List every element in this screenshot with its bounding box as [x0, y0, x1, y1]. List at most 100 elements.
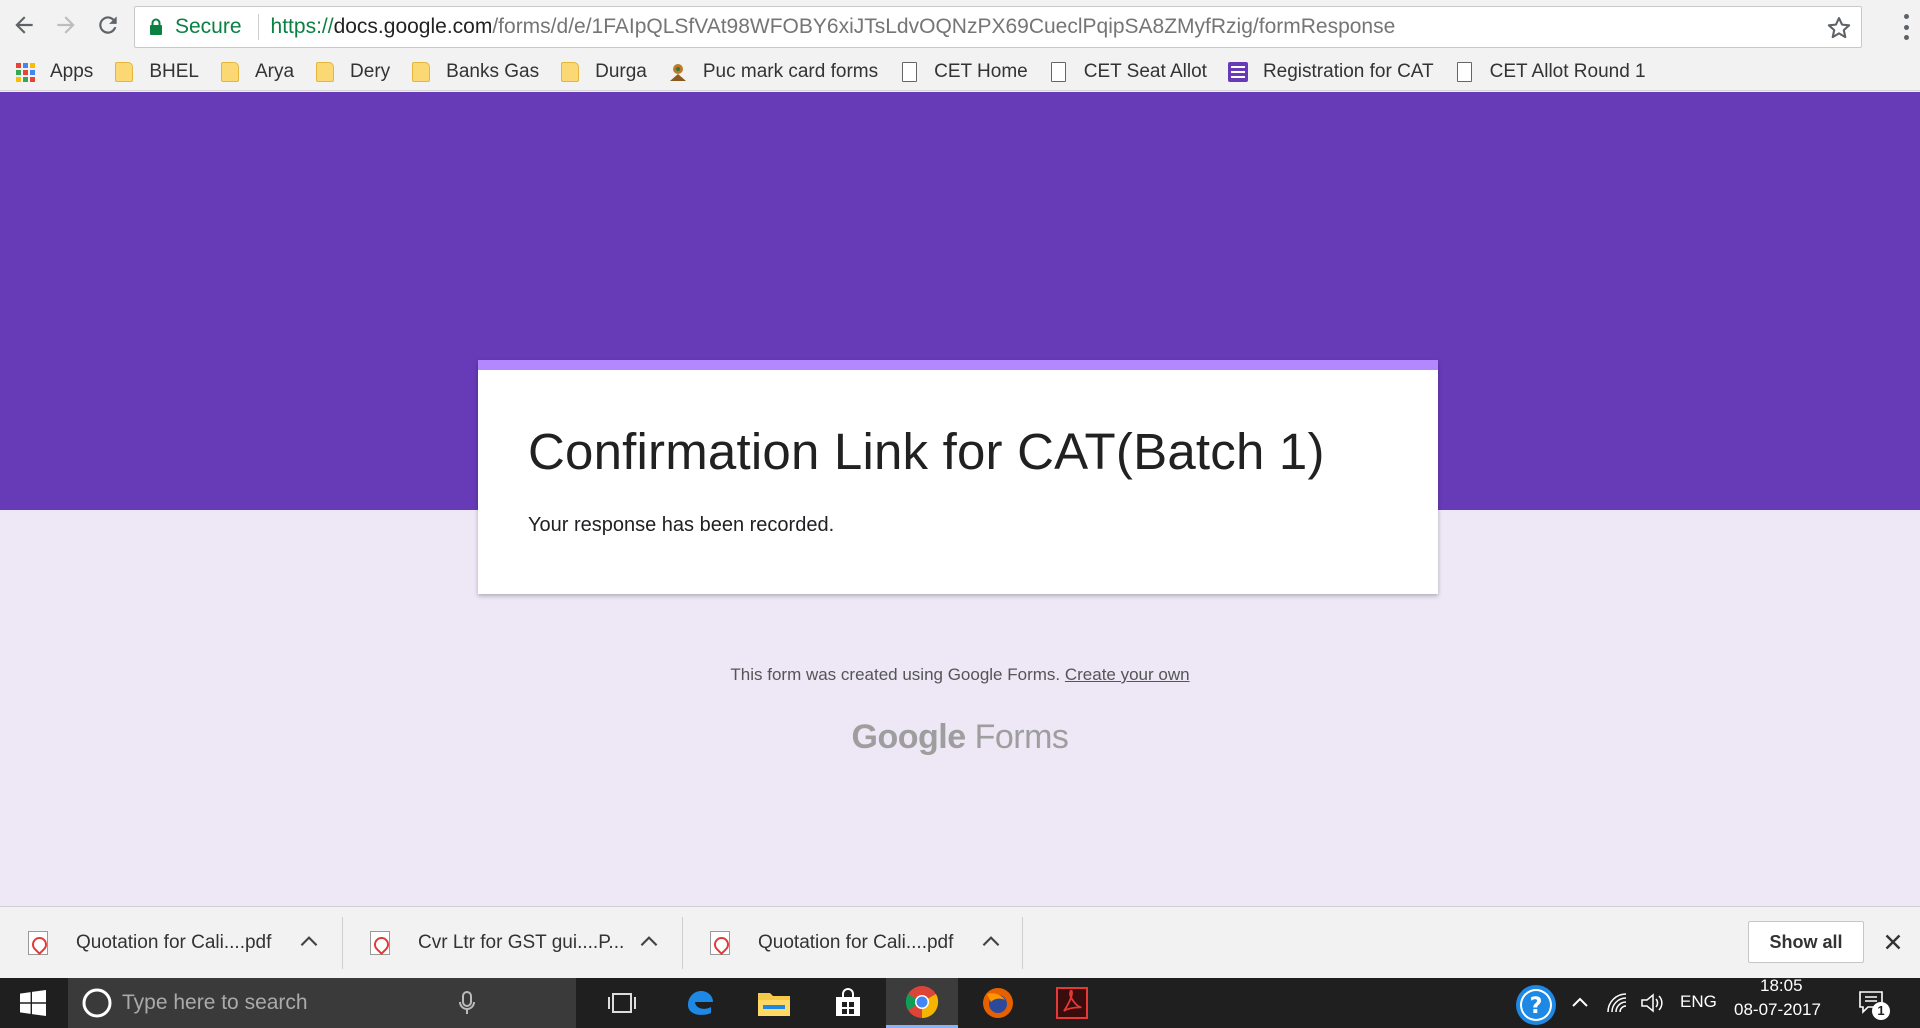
bookmark-apps[interactable]: Apps	[14, 61, 93, 83]
close-icon[interactable]	[1880, 929, 1906, 955]
bookmark-bhel[interactable]: BHEL	[113, 61, 199, 83]
acrobat-reader-icon	[1056, 987, 1088, 1019]
google-forms-icon	[1227, 61, 1249, 83]
reload-icon	[99, 16, 117, 34]
bookmark-label: Arya	[254, 61, 295, 82]
chevron-up-icon[interactable]	[1570, 994, 1590, 1010]
firefox-browser-icon	[983, 988, 1013, 1018]
task-view-icon	[608, 993, 636, 1013]
bookmarks-bar: Apps BHEL Arya Dery Banks Gas Durga Puc …	[0, 54, 1920, 91]
address-bar[interactable]: Secure https://docs.google.com/forms/d/e…	[134, 6, 1862, 48]
folder-icon	[559, 61, 581, 83]
create-your-own-link[interactable]: Create your own	[1065, 665, 1190, 684]
bookmark-arya[interactable]: Arya	[219, 61, 294, 83]
show-all-downloads-button[interactable]: Show all	[1748, 921, 1864, 963]
chevron-up-icon[interactable]	[636, 929, 662, 955]
taskbar-store[interactable]	[812, 978, 884, 1028]
folder-icon	[410, 61, 432, 83]
logo-google-text: Google	[851, 718, 967, 756]
bookmark-banks-gas[interactable]: Banks Gas	[410, 61, 539, 83]
google-forms-logo[interactable]: Google Forms	[0, 718, 1920, 757]
forward-button[interactable]	[50, 9, 82, 41]
url-path: /forms/d/e/1FAIpQLSfVAt98WFOBY6xiJTsLdvO…	[492, 15, 1396, 38]
start-button[interactable]	[0, 978, 66, 1028]
taskbar-search-box[interactable]: Type here to search	[68, 978, 576, 1028]
apps-grid-icon	[14, 61, 36, 83]
notification-count-badge: 1	[1872, 1002, 1890, 1020]
secure-label: Secure	[175, 15, 242, 38]
taskbar-file-explorer[interactable]	[738, 978, 810, 1028]
emblem-icon	[667, 61, 689, 83]
download-filename: Quotation for Cali....pdf	[758, 932, 954, 953]
download-item[interactable]: Quotation for Cali....pdf	[710, 907, 953, 979]
bookmark-label: Registration for CAT	[1262, 61, 1434, 82]
download-shelf: Quotation for Cali....pdf Cvr Ltr for GS…	[0, 906, 1920, 978]
bookmark-cet-allot-round-1[interactable]: CET Allot Round 1	[1454, 61, 1646, 83]
page-icon	[1048, 61, 1070, 83]
bookmark-star-icon[interactable]	[1825, 14, 1853, 42]
download-filename: Cvr Ltr for GST gui....P...	[418, 932, 625, 953]
chrome-browser-icon	[905, 985, 939, 1018]
browser-menu-icon[interactable]	[1902, 14, 1910, 40]
folder-icon	[219, 61, 241, 83]
bookmark-label: Puc mark card forms	[702, 61, 879, 82]
forward-arrow-icon	[57, 16, 75, 34]
taskbar-chrome[interactable]	[886, 978, 958, 1028]
footer-text: This form was created using Google Forms…	[730, 665, 1061, 684]
bookmark-label: Durga	[595, 61, 647, 82]
url-scheme: https://	[270, 15, 334, 38]
search-placeholder: Type here to search	[122, 991, 308, 1014]
taskbar-firefox[interactable]	[962, 978, 1034, 1028]
task-view-button[interactable]	[586, 978, 658, 1028]
microphone-icon[interactable]	[458, 990, 476, 1016]
url-text[interactable]: https://docs.google.com/forms/d/e/1FAIpQ…	[271, 15, 1396, 39]
wifi-icon[interactable]	[1606, 992, 1628, 1014]
clock-date[interactable]: 08-07-2017	[1734, 1000, 1821, 1020]
clock-time[interactable]: 18:05	[1760, 976, 1803, 996]
page-icon	[898, 61, 920, 83]
bookmark-label: Banks Gas	[446, 61, 540, 82]
reload-button[interactable]	[92, 9, 124, 41]
chevron-up-icon[interactable]	[296, 929, 322, 955]
action-center-button[interactable]: 1	[1858, 990, 1898, 1020]
pdf-file-icon	[710, 931, 730, 955]
cortana-circle-icon	[82, 988, 112, 1018]
folder-icon	[314, 61, 336, 83]
bookmark-puc-mark-card-forms[interactable]: Puc mark card forms	[667, 61, 878, 83]
download-filename: Quotation for Cali....pdf	[76, 932, 272, 953]
back-arrow-icon	[15, 16, 33, 34]
help-question-icon[interactable]: ?	[1514, 983, 1558, 1027]
download-separator	[682, 917, 683, 969]
taskbar-edge[interactable]	[664, 978, 736, 1028]
folder-icon	[113, 61, 135, 83]
bookmark-label: Apps	[50, 61, 94, 82]
bookmark-cet-seat-allot[interactable]: CET Seat Allot	[1048, 61, 1207, 83]
volume-icon[interactable]	[1640, 992, 1664, 1014]
file-explorer-icon	[758, 993, 790, 1016]
forms-footer-note: This form was created using Google Forms…	[0, 665, 1920, 685]
bookmark-label: BHEL	[149, 61, 199, 82]
download-separator	[1022, 917, 1023, 969]
bookmark-durga[interactable]: Durga	[559, 61, 647, 83]
taskbar-acrobat[interactable]	[1036, 978, 1108, 1028]
chevron-up-icon[interactable]	[978, 929, 1004, 955]
input-language[interactable]: ENG	[1680, 992, 1717, 1012]
download-item[interactable]: Quotation for Cali....pdf	[28, 907, 271, 979]
url-host: docs.google.com	[333, 15, 493, 38]
bookmark-label: CET Seat Allot	[1083, 61, 1207, 82]
response-recorded-message: Your response has been recorded.	[528, 514, 835, 536]
svg-text:?: ?	[1530, 994, 1543, 1019]
form-title: Confirmation Link for CAT(Batch 1)	[528, 423, 1325, 480]
bookmark-label: Dery	[350, 61, 391, 82]
bookmark-dery[interactable]: Dery	[314, 61, 390, 83]
pdf-file-icon	[370, 931, 390, 955]
lock-icon	[149, 17, 165, 37]
back-button[interactable]	[8, 9, 40, 41]
download-separator	[342, 917, 343, 969]
bookmark-label: CET Home	[934, 61, 1028, 82]
bookmark-registration-for-cat[interactable]: Registration for CAT	[1227, 61, 1434, 83]
bookmark-cet-home[interactable]: CET Home	[898, 61, 1028, 83]
bookmark-label: CET Allot Round 1	[1489, 61, 1646, 82]
logo-forms-text: Forms	[974, 718, 1069, 756]
download-item[interactable]: Cvr Ltr for GST gui....P...	[370, 907, 624, 979]
